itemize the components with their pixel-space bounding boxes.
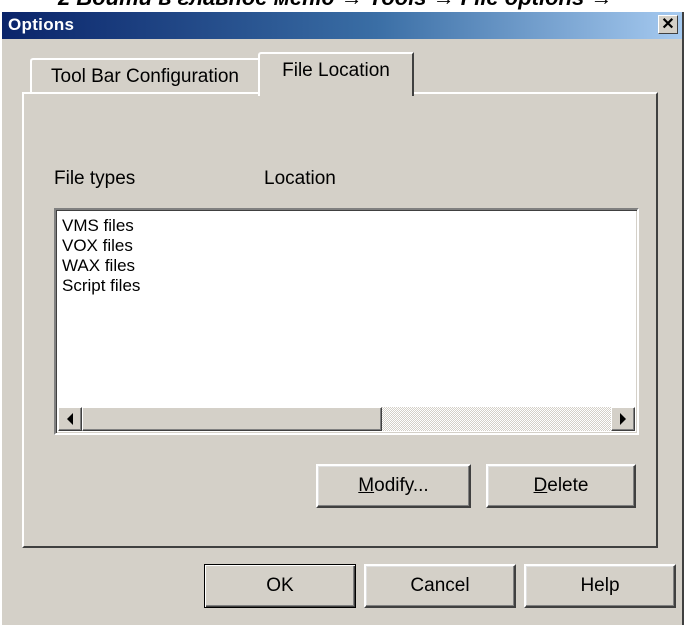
modify-mnemonic: M [358, 475, 375, 496]
list-item[interactable]: VMS files [62, 216, 140, 236]
delete-label-rest: elete [547, 475, 589, 496]
scroll-right-button[interactable] [611, 407, 635, 431]
arrow-left-icon [67, 413, 73, 425]
list-item[interactable]: WAX files [62, 256, 140, 276]
tab-file-location[interactable]: File Location [258, 52, 414, 96]
tab-label: File Location [282, 60, 390, 81]
scrollbar-thumb[interactable] [82, 407, 382, 431]
close-button[interactable]: ✕ [658, 15, 678, 34]
instruction-caption-text: 2 Войти в главное меню → Tools → File op… [58, 0, 612, 11]
scroll-left-button[interactable] [58, 407, 82, 431]
arrow-right-icon [620, 413, 626, 425]
ok-button[interactable]: OK [204, 564, 356, 608]
help-button[interactable]: Help [524, 564, 676, 608]
list-item[interactable]: Script files [62, 276, 140, 296]
delete-button[interactable]: Delete [486, 464, 636, 508]
file-types-list[interactable]: VMS files VOX files WAX files Script fil… [54, 208, 639, 435]
close-icon: ✕ [661, 15, 675, 33]
tab-label: Tool Bar Configuration [51, 66, 239, 87]
title-bar[interactable]: Options ✕ [2, 12, 682, 39]
list-items-container: VMS files VOX files WAX files Script fil… [62, 216, 140, 296]
tab-tool-bar-configuration[interactable]: Tool Bar Configuration [30, 58, 260, 92]
modify-button[interactable]: Modify... [316, 464, 471, 508]
screenshot-root: 2 Войти в главное меню → Tools → File op… [0, 0, 684, 625]
horizontal-scrollbar[interactable] [58, 407, 635, 431]
list-item[interactable]: VOX files [62, 236, 140, 256]
window-title: Options [8, 15, 75, 34]
modify-label-rest: odify... [374, 475, 429, 496]
cancel-button[interactable]: Cancel [364, 564, 516, 608]
delete-mnemonic: D [533, 475, 548, 496]
instruction-caption: 2 Войти в главное меню → Tools → File op… [0, 0, 684, 12]
